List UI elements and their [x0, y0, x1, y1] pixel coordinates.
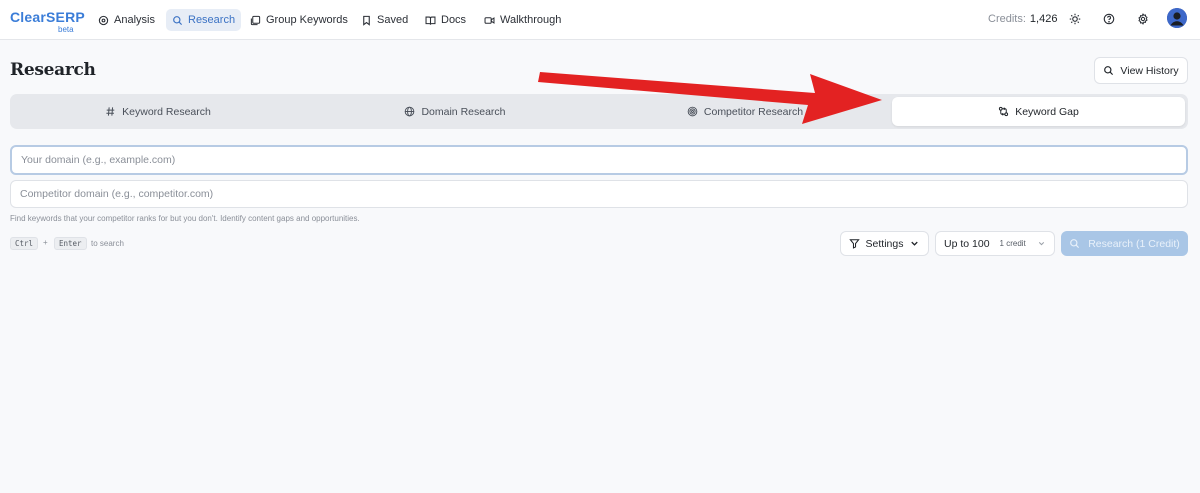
search-icon [1070, 239, 1080, 249]
logo-text: ClearSERP [10, 9, 85, 25]
limit-label: Up to 100 [944, 237, 990, 250]
competitor-domain-input[interactable] [10, 180, 1188, 208]
nav-analysis[interactable]: Analysis [92, 9, 161, 31]
tab-domain-research-label: Domain Research [421, 105, 506, 118]
video-icon [484, 16, 495, 24]
settings-dropdown-button[interactable]: Settings [840, 231, 929, 256]
page-title: Research [10, 60, 96, 80]
avatar[interactable] [1167, 8, 1187, 28]
shortcut-key-enter: Enter [54, 237, 87, 250]
your-domain-input[interactable] [10, 145, 1188, 175]
bookmark-icon [363, 15, 370, 26]
shortcut-key-ctrl: Ctrl [10, 237, 39, 250]
nav-analysis-label: Analysis [114, 14, 155, 26]
view-history-button[interactable]: View History [1094, 57, 1188, 84]
book-icon [425, 16, 436, 25]
credits-label: Credits: [988, 13, 1026, 25]
nav-walkthrough[interactable]: Walkthrough [478, 9, 567, 31]
top-navigation-bar: ClearSERP beta Analysis Research Group K… [0, 0, 1200, 40]
helper-text: Find keywords that your competitor ranks… [10, 214, 360, 223]
research-submit-button[interactable]: Research (1 Credit) [1061, 231, 1188, 256]
shortcut-text: to search [91, 239, 124, 248]
tab-competitor-research-label: Competitor Research [703, 105, 804, 118]
nav-saved-label: Saved [377, 14, 409, 26]
gear-icon [1138, 13, 1148, 25]
nav-docs[interactable]: Docs [419, 9, 472, 31]
tab-keyword-research[interactable]: Keyword Research [13, 97, 303, 126]
nav-docs-label: Docs [441, 14, 467, 26]
shortcut-plus: + [43, 238, 48, 247]
user-avatar-icon [1167, 8, 1187, 28]
tab-keyword-gap-label: Keyword Gap [1015, 105, 1079, 118]
settings-label: Settings [865, 237, 904, 250]
help-button[interactable] [1101, 11, 1117, 27]
research-button-label: Research (1 Credit) [1088, 237, 1180, 250]
search-icon [1104, 66, 1114, 76]
tab-domain-research[interactable]: Domain Research [310, 97, 600, 126]
tab-keyword-research-label: Keyword Research [122, 105, 211, 118]
theme-toggle-button[interactable] [1067, 11, 1083, 27]
limit-credit-cost: 1 credit [999, 239, 1026, 248]
nav-saved[interactable]: Saved [355, 9, 414, 31]
tab-competitor-research[interactable]: Competitor Research [600, 97, 890, 126]
research-mode-tabs: Keyword Research Domain Research Competi… [10, 94, 1188, 129]
filter-icon [848, 239, 860, 249]
chevron-down-icon [911, 241, 919, 246]
help-icon [1103, 13, 1115, 25]
credits-display: Credits: 1,426 [988, 13, 1057, 25]
logo-badge: beta [58, 25, 74, 34]
analysis-icon [98, 15, 109, 25]
sun-icon [1069, 13, 1081, 25]
credits-value: 1,426 [1029, 13, 1058, 25]
search-icon [173, 15, 183, 25]
swap-icon [999, 106, 1009, 117]
nav-group-keywords-label: Group Keywords [266, 14, 348, 26]
result-limit-select[interactable]: Up to 100 1 credit [935, 231, 1055, 256]
chevron-down-icon [1038, 242, 1045, 246]
tab-keyword-gap[interactable]: Keyword Gap [892, 97, 1185, 126]
nav-group-keywords[interactable]: Group Keywords [244, 9, 354, 31]
nav-research[interactable]: Research [166, 9, 242, 31]
group-icon [250, 15, 261, 25]
settings-gear-button[interactable] [1135, 11, 1151, 27]
view-history-label: View History [1120, 64, 1179, 77]
hash-icon [106, 107, 115, 116]
logo[interactable]: ClearSERP beta [10, 9, 90, 35]
nav-research-label: Research [188, 14, 236, 26]
nav-walkthrough-label: Walkthrough [500, 14, 562, 26]
target-icon [687, 106, 698, 117]
globe-icon [405, 106, 415, 117]
